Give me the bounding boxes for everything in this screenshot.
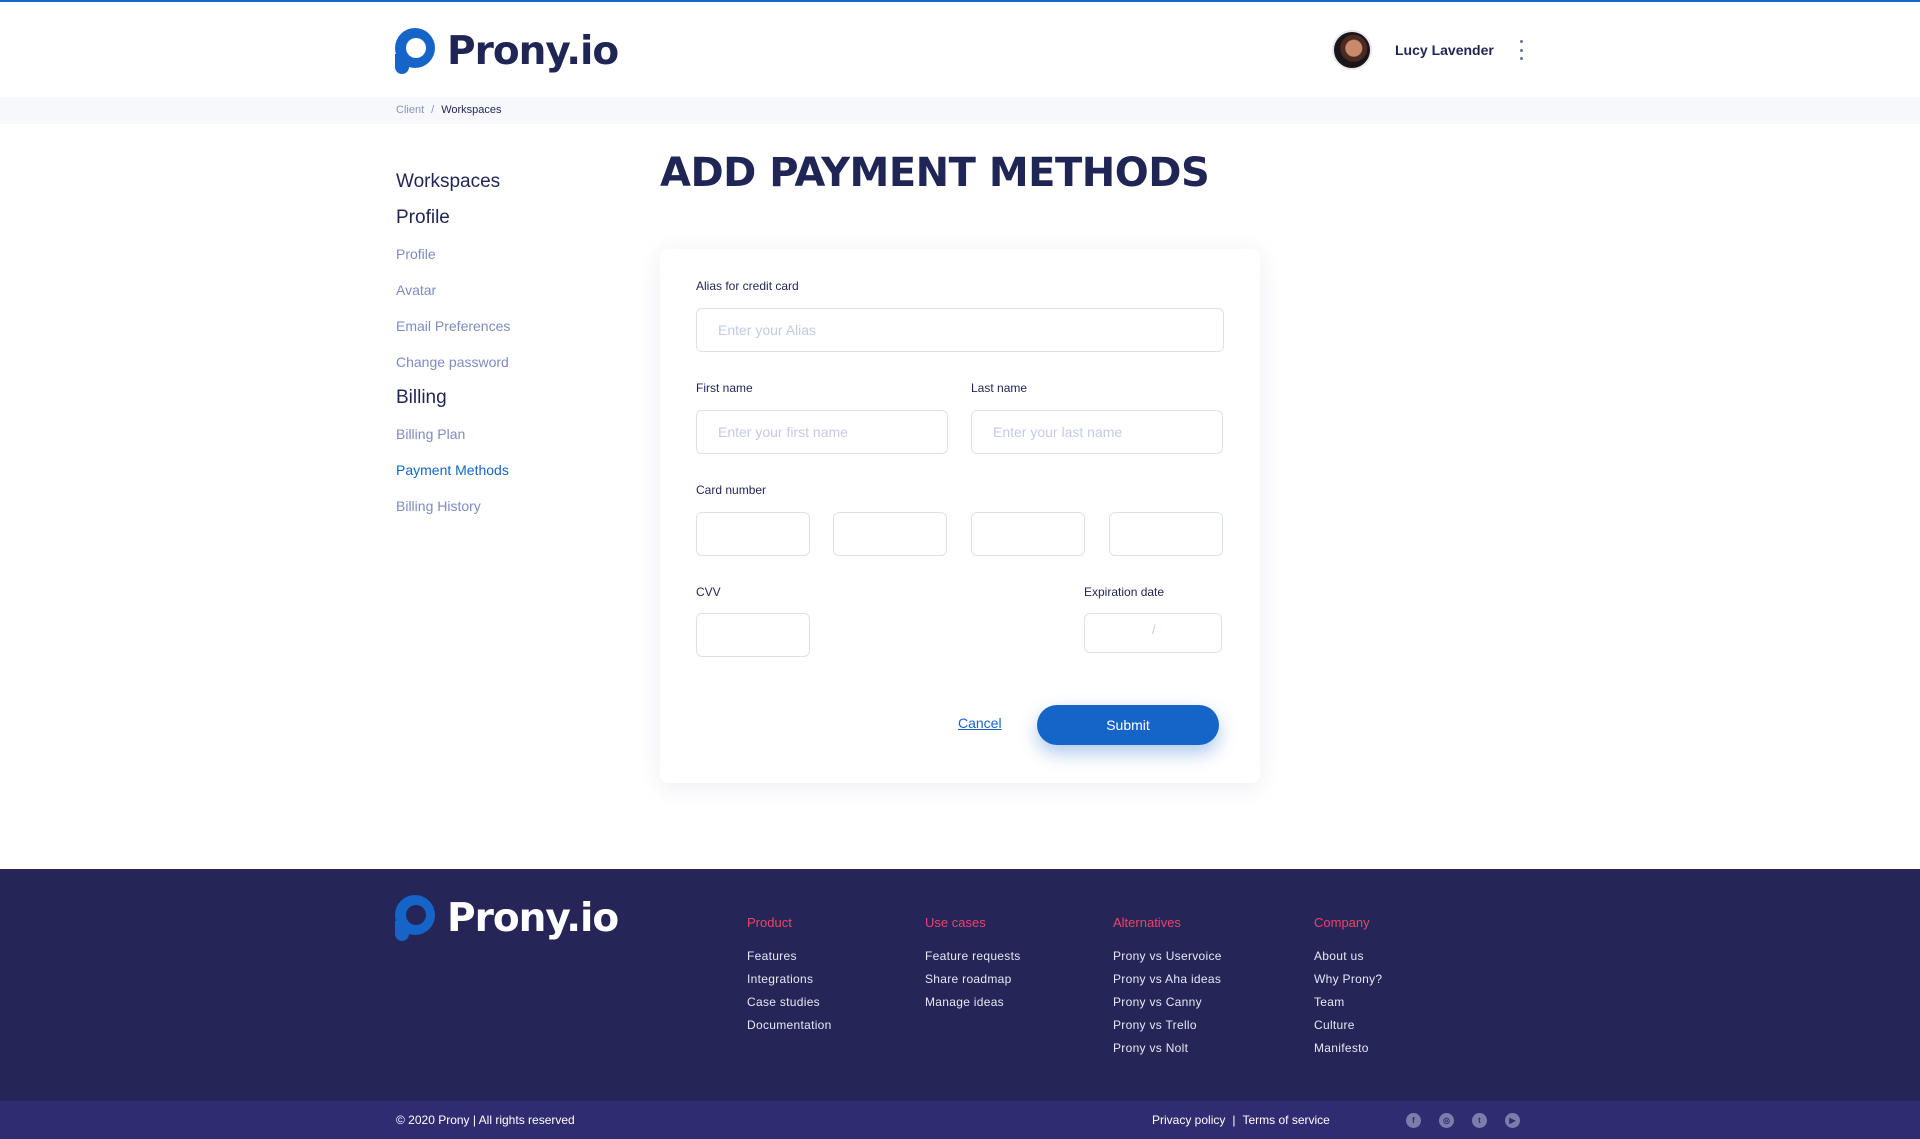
sidebar-item-email-preferences[interactable]: Email Preferences bbox=[396, 312, 616, 348]
terms-of-service-link[interactable]: Terms of service bbox=[1242, 1113, 1329, 1127]
sidebar-item-change-password[interactable]: Change password bbox=[396, 348, 616, 384]
cancel-button[interactable]: Cancel bbox=[958, 715, 1002, 731]
payment-method-form: Alias for credit card First name Last na… bbox=[660, 249, 1260, 783]
page-title: ADD PAYMENT METHODS bbox=[660, 150, 1210, 196]
card-number-group-1[interactable] bbox=[696, 512, 810, 556]
user-name[interactable]: Lucy Lavender bbox=[1395, 42, 1494, 58]
footer-column-title: Alternatives bbox=[1113, 915, 1181, 930]
social-links: f ◎ t ▶ bbox=[1406, 1113, 1520, 1128]
first-name-input[interactable] bbox=[696, 410, 948, 454]
alias-input[interactable] bbox=[696, 308, 1224, 352]
brand-name: Prony.io bbox=[447, 895, 619, 941]
breadcrumb-separator: / bbox=[431, 104, 435, 116]
footer-column-title: Company bbox=[1314, 915, 1370, 930]
last-name-input[interactable] bbox=[971, 410, 1223, 454]
privacy-policy-link[interactable]: Privacy policy bbox=[1152, 1113, 1225, 1127]
footer-link[interactable]: Why Prony? bbox=[1314, 972, 1382, 995]
card-number-group-2[interactable] bbox=[833, 512, 947, 556]
footer-column-use-cases: Use cases Feature requests Share roadmap… bbox=[925, 915, 1021, 1018]
footer-link[interactable]: Features bbox=[747, 949, 832, 972]
footer-link[interactable]: Share roadmap bbox=[925, 972, 1021, 995]
footer: Prony.io Product Features Integrations C… bbox=[0, 869, 1920, 1101]
footer-column-title: Product bbox=[747, 915, 792, 930]
submit-button[interactable]: Submit bbox=[1037, 705, 1219, 745]
sidebar-item-workspaces[interactable]: Workspaces bbox=[396, 168, 616, 204]
copyright-text: © 2020 Prony | All rights reserved bbox=[396, 1113, 575, 1127]
last-name-label: Last name bbox=[971, 381, 1028, 395]
footer-link[interactable]: About us bbox=[1314, 949, 1382, 972]
footer-column-company: Company About us Why Prony? Team Culture… bbox=[1314, 915, 1382, 1064]
instagram-icon[interactable]: ◎ bbox=[1439, 1113, 1454, 1128]
sidebar-item-payment-methods[interactable]: Payment Methods bbox=[396, 456, 616, 492]
footer-link[interactable]: Prony vs Aha ideas bbox=[1113, 972, 1222, 995]
alias-label: Alias for credit card bbox=[696, 279, 799, 293]
footer-link[interactable]: Team bbox=[1314, 995, 1382, 1018]
footer-link[interactable]: Culture bbox=[1314, 1018, 1382, 1041]
sidebar-item-profile[interactable]: Profile bbox=[396, 240, 616, 276]
breadcrumb-item-client[interactable]: Client bbox=[396, 104, 424, 116]
avatar[interactable] bbox=[1332, 30, 1372, 70]
footer-link[interactable]: Documentation bbox=[747, 1018, 832, 1041]
footer-link[interactable]: Feature requests bbox=[925, 949, 1021, 972]
user-menu[interactable]: Lucy Lavender bbox=[1332, 30, 1526, 70]
card-number-group-4[interactable] bbox=[1109, 512, 1223, 556]
twitter-icon[interactable]: t bbox=[1472, 1113, 1487, 1128]
footer-link[interactable]: Prony vs Uservoice bbox=[1113, 949, 1222, 972]
footer-link[interactable]: Prony vs Trello bbox=[1113, 1018, 1222, 1041]
sidebar-nav: Workspaces Profile Profile Avatar Email … bbox=[396, 168, 616, 528]
breadcrumb-item-workspaces: Workspaces bbox=[441, 104, 502, 116]
footer-link[interactable]: Prony vs Canny bbox=[1113, 995, 1222, 1018]
footer-link[interactable]: Manage ideas bbox=[925, 995, 1021, 1018]
facebook-icon[interactable]: f bbox=[1406, 1113, 1421, 1128]
footer-column-product: Product Features Integrations Case studi… bbox=[747, 915, 832, 1041]
sidebar-item-avatar[interactable]: Avatar bbox=[396, 276, 616, 312]
breadcrumb-bar: Client / Workspaces bbox=[0, 97, 1920, 124]
cvv-label: CVV bbox=[696, 585, 721, 599]
header: Prony.io Lucy Lavender bbox=[0, 2, 1920, 97]
logo-icon bbox=[395, 28, 435, 74]
footer-logo[interactable]: Prony.io bbox=[395, 893, 619, 943]
cvv-input[interactable] bbox=[696, 613, 810, 657]
first-name-label: First name bbox=[696, 381, 753, 395]
more-options-icon[interactable] bbox=[1518, 40, 1526, 60]
sidebar-section-billing[interactable]: Billing bbox=[396, 384, 616, 420]
brand-logo[interactable]: Prony.io bbox=[395, 26, 619, 76]
expiration-date-label: Expiration date bbox=[1084, 585, 1165, 599]
sidebar-section-profile[interactable]: Profile bbox=[396, 204, 616, 240]
brand-name: Prony.io bbox=[447, 28, 619, 74]
card-number-group-3[interactable] bbox=[971, 512, 1085, 556]
breadcrumb: Client / Workspaces bbox=[396, 104, 502, 116]
legal-links: Privacy policy | Terms of service bbox=[1152, 1113, 1330, 1127]
logo-icon bbox=[395, 895, 435, 941]
sidebar-item-billing-plan[interactable]: Billing Plan bbox=[396, 420, 616, 456]
footer-link[interactable]: Manifesto bbox=[1314, 1041, 1382, 1064]
footer-column-alternatives: Alternatives Prony vs Uservoice Prony vs… bbox=[1113, 915, 1222, 1064]
footer-link[interactable]: Prony vs Nolt bbox=[1113, 1041, 1222, 1064]
expiration-separator: / bbox=[1152, 622, 1156, 637]
footer-column-title: Use cases bbox=[925, 915, 986, 930]
youtube-icon[interactable]: ▶ bbox=[1505, 1113, 1520, 1128]
sidebar-item-billing-history[interactable]: Billing History bbox=[396, 492, 616, 528]
footer-link[interactable]: Integrations bbox=[747, 972, 832, 995]
footer-bottom-bar: © 2020 Prony | All rights reserved Priva… bbox=[0, 1101, 1920, 1139]
footer-link[interactable]: Case studies bbox=[747, 995, 832, 1018]
legal-separator: | bbox=[1232, 1113, 1236, 1127]
card-number-label: Card number bbox=[696, 483, 767, 497]
